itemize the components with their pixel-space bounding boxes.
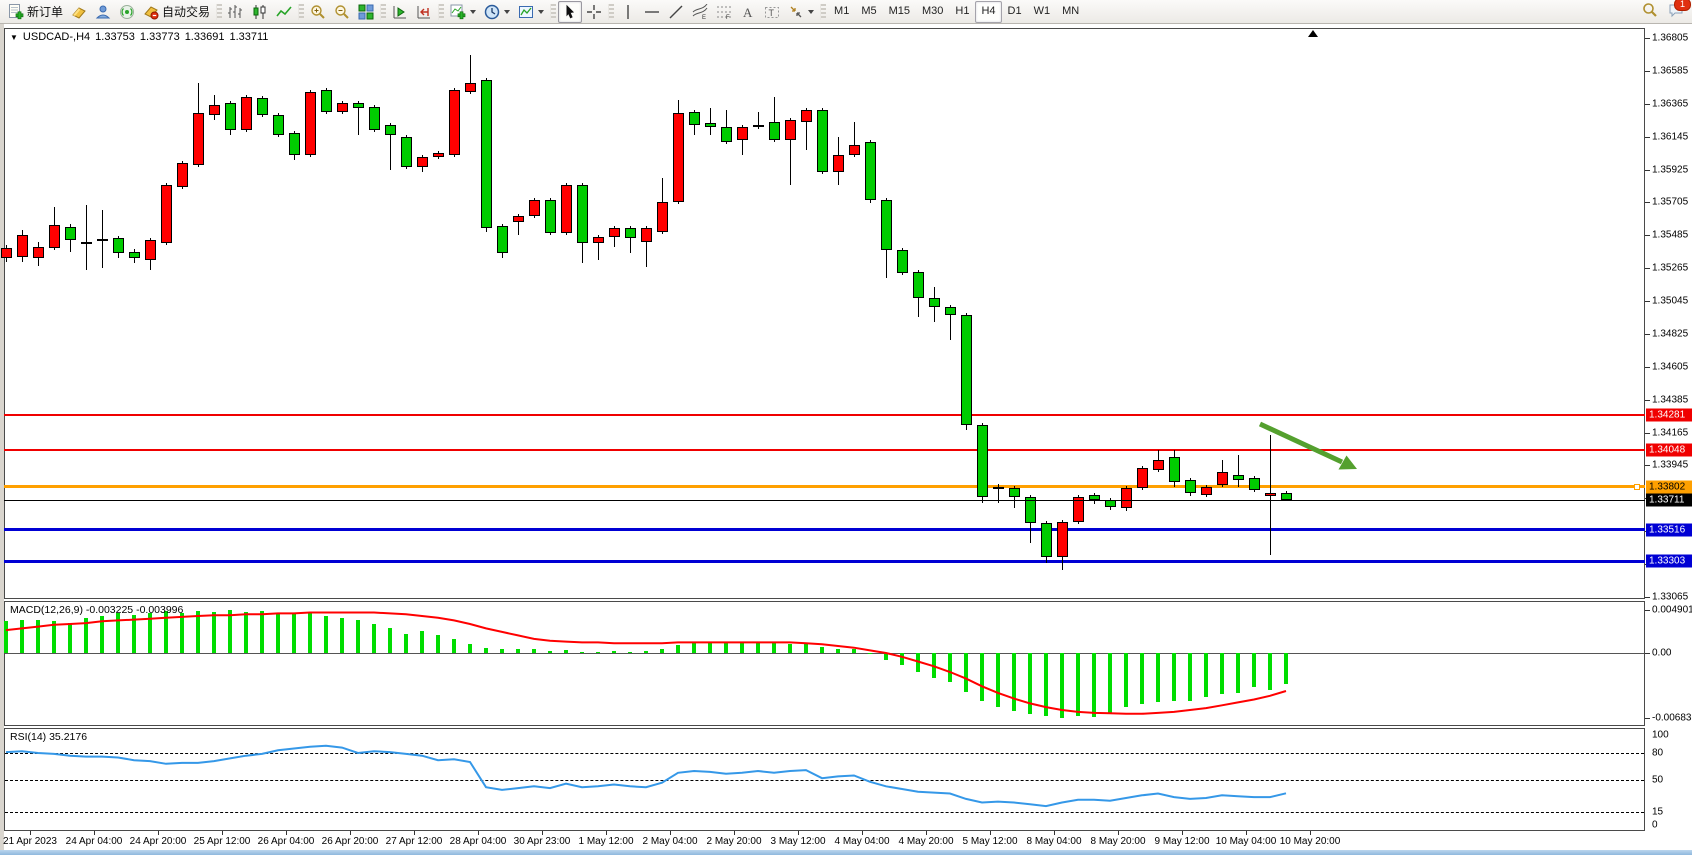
- chart-symbol-period: USDCAD-,H4: [23, 31, 90, 43]
- down-arrow-annotation[interactable]: [0, 0, 1692, 855]
- price-badge-1.33516: 1.33516: [1646, 523, 1692, 536]
- price-badge-1.34048: 1.34048: [1646, 444, 1692, 457]
- bar-high-value: 1.33773: [140, 31, 180, 43]
- bar-open-value: 1.33753: [95, 31, 135, 43]
- mt4-window: 新订单自动交易EFATM1M5M15M30H1H4D1W1MN1 ▼ USDCA…: [0, 0, 1692, 855]
- price-badge-1.33802: 1.33802: [1646, 480, 1692, 493]
- price-badge-1.34281: 1.34281: [1646, 409, 1692, 422]
- macd-label: MACD(12,26,9) -0.003225 -0.003996: [10, 604, 183, 616]
- rsi-label: RSI(14) 35.2176: [10, 731, 87, 743]
- bar-low-value: 1.33691: [185, 31, 225, 43]
- price-badge-1.33711: 1.33711: [1646, 494, 1692, 507]
- bar-close-value: 1.33711: [229, 31, 268, 43]
- price-badge-1.33303: 1.33303: [1646, 555, 1692, 568]
- chart-title: ▼ USDCAD-,H4 1.33753 1.33773 1.33691 1.3…: [10, 31, 268, 43]
- chart-shift-marker[interactable]: [1308, 30, 1318, 37]
- chart-expander-icon[interactable]: ▼: [10, 33, 18, 42]
